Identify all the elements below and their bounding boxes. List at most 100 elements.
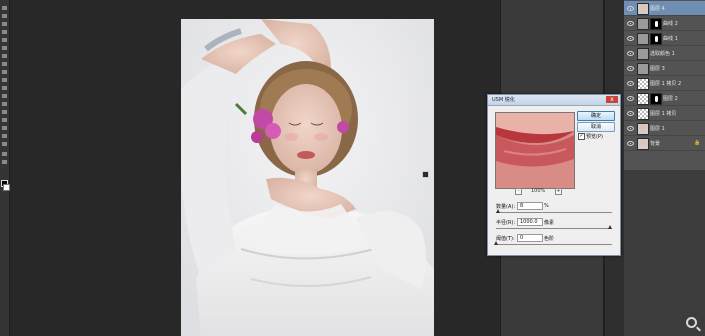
visibility-eye-icon[interactable]	[627, 96, 634, 101]
threshold-unit: 色阶	[544, 236, 555, 242]
layer-thumbnail	[637, 63, 649, 75]
brush-tool-icon[interactable]	[2, 62, 7, 66]
shape-tool-icon[interactable]	[2, 142, 7, 146]
preview-label: 预览(P)	[586, 134, 603, 140]
layer-name: 曲线 2	[663, 21, 678, 27]
blur-tool-icon[interactable]	[2, 102, 7, 106]
layer-thumbnail	[637, 123, 649, 135]
healing-tool-icon[interactable]	[2, 54, 7, 58]
layer-row[interactable]: 选取颜色 1	[624, 46, 705, 61]
path-select-tool-icon[interactable]	[2, 134, 7, 138]
layer-name: 图层 2	[663, 96, 678, 102]
threshold-slider-thumb[interactable]	[494, 241, 498, 245]
visibility-eye-icon[interactable]	[627, 6, 634, 11]
layer-mask-thumbnail[interactable]	[650, 33, 662, 45]
amount-slider-track[interactable]	[496, 212, 612, 213]
layer-name: 图层 1 拷贝 2	[650, 81, 682, 87]
radius-slider-track[interactable]	[496, 228, 612, 229]
pen-tool-icon[interactable]	[2, 118, 7, 122]
layer-row[interactable]: 图层 2	[624, 91, 705, 106]
layer-thumbnail	[637, 48, 649, 60]
radius-unit: 像素	[544, 220, 555, 226]
layer-row[interactable]: 曲线 2	[624, 16, 705, 31]
curves-adjustment-icon	[637, 33, 649, 45]
layer-thumbnail	[637, 3, 649, 15]
layer-row[interactable]: 图层 1	[624, 121, 705, 136]
layer-row[interactable]: 图层 1 拷贝	[624, 106, 705, 121]
crop-tool-icon[interactable]	[2, 38, 7, 42]
ok-button[interactable]: 确定	[577, 111, 615, 121]
document-canvas[interactable]	[181, 19, 434, 336]
layer-row[interactable]: 图层 1 拷贝 2	[624, 76, 705, 91]
lock-icon: 🔒	[694, 140, 701, 146]
layer-row[interactable]: 曲线 1	[624, 31, 705, 46]
curves-adjustment-icon	[637, 18, 649, 30]
visibility-eye-icon[interactable]	[627, 36, 634, 41]
dialog-titlebar[interactable]: USM 锐化 x	[488, 95, 620, 106]
cancel-button[interactable]: 取消	[577, 122, 615, 132]
lasso-tool-icon[interactable]	[2, 22, 7, 26]
preview-checkbox[interactable]: ✓	[578, 133, 585, 140]
amount-unit: %	[544, 203, 549, 209]
layer-name: 图层 1 拷贝	[650, 111, 677, 117]
history-brush-tool-icon[interactable]	[2, 78, 7, 82]
amount-input[interactable]: 8	[517, 202, 543, 210]
layer-name: 曲线 1	[663, 36, 678, 42]
visibility-eye-icon[interactable]	[627, 51, 634, 56]
layer-name: 图层 3	[650, 66, 665, 72]
clone-stamp-tool-icon[interactable]	[2, 70, 7, 74]
threshold-label: 阈值(T):	[496, 236, 515, 242]
visibility-eye-icon[interactable]	[627, 111, 634, 116]
move-tool-icon[interactable]	[2, 6, 7, 10]
zoom-out-button[interactable]: -	[515, 188, 522, 195]
quick-select-tool-icon[interactable]	[2, 30, 7, 34]
background-color-swatch[interactable]	[3, 184, 10, 191]
hand-tool-icon[interactable]	[2, 152, 7, 156]
lips-preview-image	[496, 113, 574, 188]
layer-name: 背景	[650, 141, 661, 147]
zoom-level: 100%	[531, 188, 546, 194]
threshold-input[interactable]: 0	[517, 234, 543, 242]
radius-slider-thumb[interactable]	[608, 225, 612, 229]
layer-thumbnail	[637, 78, 649, 90]
usm-sharpen-dialog: USM 锐化 x - 100% + 确定 取消 ✓ 预览(P) 数量(A): 8…	[487, 94, 621, 256]
amount-slider-thumb[interactable]	[496, 209, 501, 213]
layer-thumbnail	[637, 108, 649, 120]
visibility-eye-icon[interactable]	[627, 21, 634, 26]
layer-mask-thumbnail[interactable]	[650, 93, 662, 105]
visibility-eye-icon[interactable]	[627, 66, 634, 71]
transform-handle[interactable]	[422, 171, 429, 178]
layer-row[interactable]: 图层 3	[624, 61, 705, 76]
visibility-eye-icon[interactable]	[627, 126, 634, 131]
portrait-photo	[181, 19, 434, 336]
zoom-tool-icon[interactable]	[2, 160, 7, 164]
search-icon[interactable]	[686, 317, 697, 328]
layer-name: 图层 1	[650, 126, 665, 132]
radius-input[interactable]: 1000.0	[517, 218, 543, 226]
layer-row[interactable]: 背景 🔒	[624, 136, 705, 151]
layer-thumbnail	[637, 138, 649, 150]
visibility-eye-icon[interactable]	[627, 81, 634, 86]
tools-panel	[0, 0, 10, 336]
radius-label: 半径(R):	[496, 220, 516, 226]
zoom-in-button[interactable]: +	[555, 188, 562, 195]
preview-window[interactable]	[495, 112, 575, 189]
eraser-tool-icon[interactable]	[2, 86, 7, 90]
layer-row[interactable]: 图层 4	[624, 1, 705, 16]
preview-zoom-controls: - 100% +	[495, 188, 575, 196]
layer-mask-thumbnail[interactable]	[650, 18, 662, 30]
gradient-tool-icon[interactable]	[2, 94, 7, 98]
type-tool-icon[interactable]	[2, 126, 7, 130]
dialog-title: USM 锐化	[492, 97, 515, 103]
layers-panel: 图层 4 曲线 2 曲线 1 选取颜色 1 图层 3 图层 1 拷贝 2 图层 2 图层 1 …	[624, 0, 705, 170]
eyedropper-tool-icon[interactable]	[2, 46, 7, 50]
layer-name: 选取颜色 1	[650, 51, 675, 57]
threshold-control: 阈值(T): 0 色阶	[494, 234, 614, 255]
marquee-tool-icon[interactable]	[2, 14, 7, 18]
layer-name: 图层 4	[650, 6, 665, 12]
visibility-eye-icon[interactable]	[627, 141, 634, 146]
threshold-slider-track[interactable]	[496, 244, 612, 245]
close-icon[interactable]: x	[606, 96, 618, 103]
layer-thumbnail	[637, 93, 649, 105]
dodge-tool-icon[interactable]	[2, 110, 7, 114]
